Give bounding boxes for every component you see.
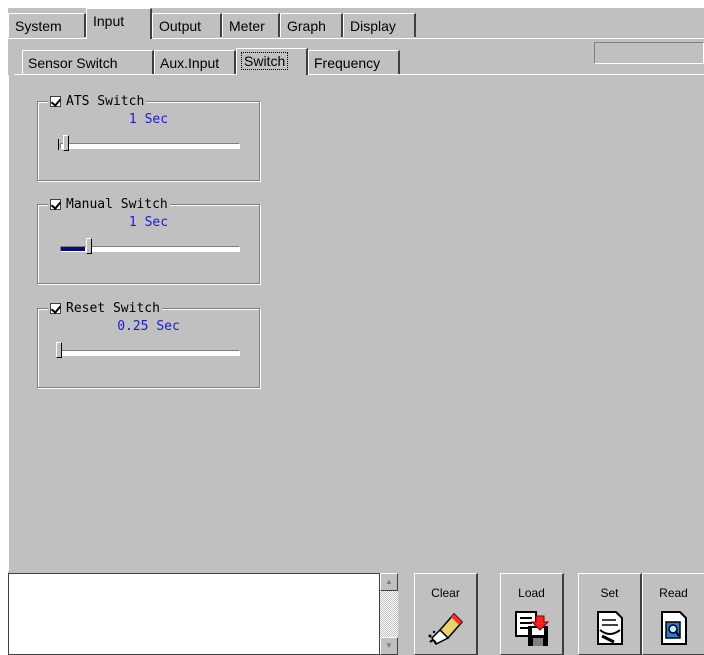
tab-frequency[interactable]: Frequency <box>308 50 400 74</box>
main-tab-bar: System Input Output Meter Graph Display <box>8 8 704 39</box>
tab-display[interactable]: Display <box>343 13 416 37</box>
reset-switch-group: Reset Switch 0.25 Sec <box>37 299 260 388</box>
ats-switch-checkbox[interactable] <box>50 95 61 107</box>
read-button-label: Read <box>659 586 688 600</box>
manual-switch-slider-thumb[interactable] <box>86 238 92 254</box>
clear-button-label: Clear <box>431 586 460 600</box>
tab-input[interactable]: Input <box>86 8 152 39</box>
reset-switch-value: 0.25 Sec <box>117 319 180 334</box>
tab-switch[interactable]: Switch <box>236 48 308 75</box>
tab-system[interactable]: System <box>8 13 86 37</box>
ats-switch-legend[interactable]: ATS Switch <box>48 92 147 110</box>
ats-switch-label: ATS Switch <box>66 93 145 109</box>
tab-aux-input[interactable]: Aux.Input <box>154 50 236 74</box>
ats-switch-group: ATS Switch 1 Sec <box>37 92 260 181</box>
tab-output[interactable]: Output <box>152 13 222 37</box>
switch-settings-panel: ATS Switch 1 Sec Manual Switch 1 Sec Res… <box>8 75 704 571</box>
ats-switch-value: 1 Sec <box>128 112 169 127</box>
clear-button[interactable]: Clear <box>414 573 478 655</box>
set-document-icon <box>596 611 623 645</box>
tab-graph[interactable]: Graph <box>280 13 343 37</box>
read-document-icon <box>660 611 687 645</box>
scroll-up-button[interactable]: ▲ <box>380 573 398 591</box>
tab-meter[interactable]: Meter <box>222 13 280 37</box>
load-button-label: Load <box>518 586 545 600</box>
ats-switch-slider-thumb[interactable] <box>63 135 69 151</box>
slider-left-tick <box>58 139 59 150</box>
bottom-toolbar: ▲ ▼ Clear Load Set Read <box>8 571 704 655</box>
manual-switch-legend[interactable]: Manual Switch <box>48 195 170 213</box>
sub-tab-bar: Sensor Switch Aux.Input Switch Frequency <box>14 48 704 75</box>
reset-switch-slider-track[interactable] <box>60 350 240 356</box>
reset-switch-slider-thumb[interactable] <box>56 342 62 358</box>
set-button-label: Set <box>600 586 619 600</box>
tab-switch-label: Switch <box>240 52 289 70</box>
load-disk-icon <box>514 611 549 646</box>
scroll-down-button[interactable]: ▼ <box>380 637 398 655</box>
application-window: System Input Output Meter Graph Display … <box>8 8 704 655</box>
manual-switch-checkbox[interactable] <box>50 198 61 210</box>
load-button[interactable]: Load <box>500 573 564 655</box>
message-scrollbar[interactable]: ▲ ▼ <box>380 573 398 655</box>
reset-switch-checkbox[interactable] <box>50 302 61 314</box>
read-button[interactable]: Read <box>642 573 704 655</box>
set-button[interactable]: Set <box>578 573 642 655</box>
ats-switch-slider-track[interactable] <box>60 143 240 149</box>
reset-switch-label: Reset Switch <box>66 300 160 316</box>
manual-switch-label: Manual Switch <box>66 196 168 212</box>
manual-switch-group: Manual Switch 1 Sec <box>37 195 260 284</box>
message-box[interactable] <box>8 573 380 655</box>
tab-sensor-switch[interactable]: Sensor Switch <box>22 50 154 74</box>
reset-switch-legend[interactable]: Reset Switch <box>48 299 162 317</box>
manual-switch-value: 1 Sec <box>128 215 169 230</box>
eraser-icon <box>428 612 463 645</box>
